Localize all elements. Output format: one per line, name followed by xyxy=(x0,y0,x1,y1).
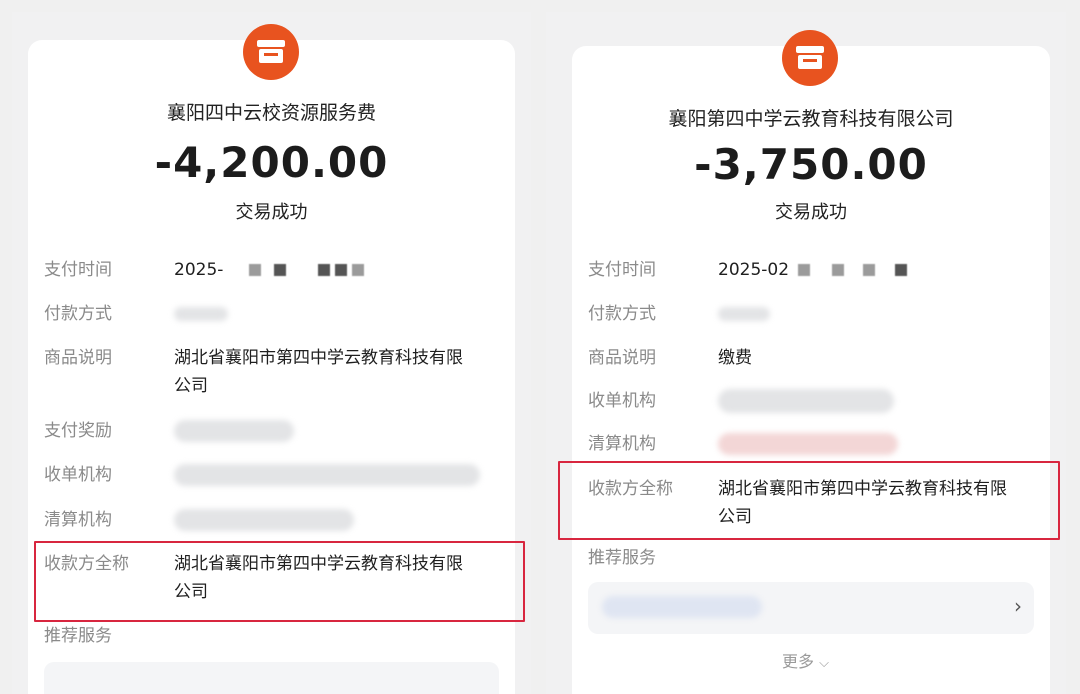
transaction-status: 交易成功 xyxy=(775,202,847,223)
product-desc-label: 商品说明 xyxy=(44,348,112,368)
recommend-label: 推荐服务 xyxy=(588,548,656,568)
row-acquirer: 收单机构 xyxy=(588,387,894,422)
pay-method-value xyxy=(174,300,228,330)
acquirer-value xyxy=(718,387,894,422)
transaction-status: 交易成功 xyxy=(235,202,308,223)
transaction-amount: -3,750.00 xyxy=(694,140,928,189)
product-desc-line2: 公司 xyxy=(174,376,208,396)
storefront-icon xyxy=(796,46,824,69)
pay-reward-value[interactable] xyxy=(174,417,294,451)
redacted-value xyxy=(174,509,354,531)
clearing-label: 清算机构 xyxy=(588,434,656,454)
row-pay-method: 付款方式 xyxy=(588,300,770,330)
product-desc-value: 缴费 xyxy=(718,348,752,368)
row-pay-reward: 支付奖励 xyxy=(44,417,294,451)
row-recommend: 推荐服务 xyxy=(588,544,718,572)
row-clearing: 清算机构 xyxy=(44,506,354,540)
chevron-right-icon: › xyxy=(1014,594,1022,618)
redacted-value xyxy=(174,464,480,486)
redacted-mark xyxy=(248,264,261,276)
redacted-value xyxy=(718,307,770,321)
redacted-mark xyxy=(798,264,811,276)
product-desc-value: 湖北省襄阳市第四中学云教育科技有限 公司 xyxy=(174,344,494,400)
redacted-mark xyxy=(317,264,330,276)
redacted-value xyxy=(602,596,762,618)
pay-method-value xyxy=(718,300,770,330)
redacted-value xyxy=(174,420,294,442)
redacted-value xyxy=(174,307,228,321)
redacted-mark xyxy=(831,264,844,276)
payee-highlight-box xyxy=(558,461,1060,540)
acquirer-value xyxy=(174,461,480,495)
recommend-label: 推荐服务 xyxy=(44,626,112,646)
row-recommend: 推荐服务 xyxy=(44,622,174,650)
merchant-logo xyxy=(243,24,299,80)
redacted-value xyxy=(718,389,894,413)
transaction-detail-card: 襄阳第四中学云教育科技有限公司 -3,750.00 交易成功 支付时间 2025… xyxy=(572,30,1050,694)
pay-time-prefix: 2025-02 xyxy=(718,260,790,280)
more-button[interactable]: 更多 ⌵ xyxy=(782,648,829,672)
clearing-value xyxy=(718,430,898,464)
acquirer-label: 收单机构 xyxy=(44,465,112,485)
right-screenshot: 襄阳第四中学云教育科技有限公司 -3,750.00 交易成功 支付时间 2025… xyxy=(546,12,1066,694)
clearing-label: 清算机构 xyxy=(44,510,112,530)
pay-time-value: 2025-02 xyxy=(718,256,907,284)
pay-time-prefix: 2025- xyxy=(174,260,224,280)
pay-method-label: 付款方式 xyxy=(44,304,112,324)
redacted-mark xyxy=(352,264,365,276)
row-pay-time: 支付时间 2025- xyxy=(44,256,365,284)
storefront-icon xyxy=(257,40,285,63)
redacted-mark xyxy=(274,264,287,276)
pay-time-label: 支付时间 xyxy=(44,260,112,280)
acquirer-label: 收单机构 xyxy=(588,391,656,411)
product-desc-line1: 湖北省襄阳市第四中学云教育科技有限 xyxy=(174,348,463,368)
row-product-desc: 商品说明 湖北省襄阳市第四中学云教育科技有限 公司 xyxy=(44,344,494,400)
merchant-name: 襄阳第四中学云教育科技有限公司 xyxy=(668,108,954,130)
redacted-mark xyxy=(863,264,876,276)
product-desc-label: 商品说明 xyxy=(588,348,656,368)
redacted-value xyxy=(718,433,898,455)
pay-time-value: 2025- xyxy=(174,256,365,284)
pay-reward-label: 支付奖励 xyxy=(44,421,112,441)
row-pay-time: 支付时间 2025-02 xyxy=(588,256,907,284)
row-product-desc: 商品说明 缴费 xyxy=(588,344,752,372)
payee-highlight-box xyxy=(34,541,525,622)
chevron-down-icon: ⌵ xyxy=(819,656,829,671)
redacted-mark xyxy=(335,264,348,276)
recommend-service-item[interactable] xyxy=(44,662,499,694)
row-acquirer: 收单机构 xyxy=(44,461,480,495)
pay-time-label: 支付时间 xyxy=(588,260,656,280)
transaction-amount: -4,200.00 xyxy=(154,138,389,187)
pay-method-label: 付款方式 xyxy=(588,304,656,324)
clearing-value xyxy=(174,506,354,540)
merchant-logo xyxy=(782,30,838,86)
merchant-name: 襄阳四中云校资源服务费 xyxy=(166,102,376,124)
more-label: 更多 xyxy=(782,652,815,671)
left-screenshot: 襄阳四中云校资源服务费 -4,200.00 交易成功 支付时间 2025- 付款… xyxy=(12,12,531,694)
row-clearing: 清算机构 xyxy=(588,430,898,464)
row-pay-method: 付款方式 xyxy=(44,300,228,330)
redacted-mark xyxy=(894,264,907,276)
recommend-service-item[interactable]: › xyxy=(588,582,1034,634)
